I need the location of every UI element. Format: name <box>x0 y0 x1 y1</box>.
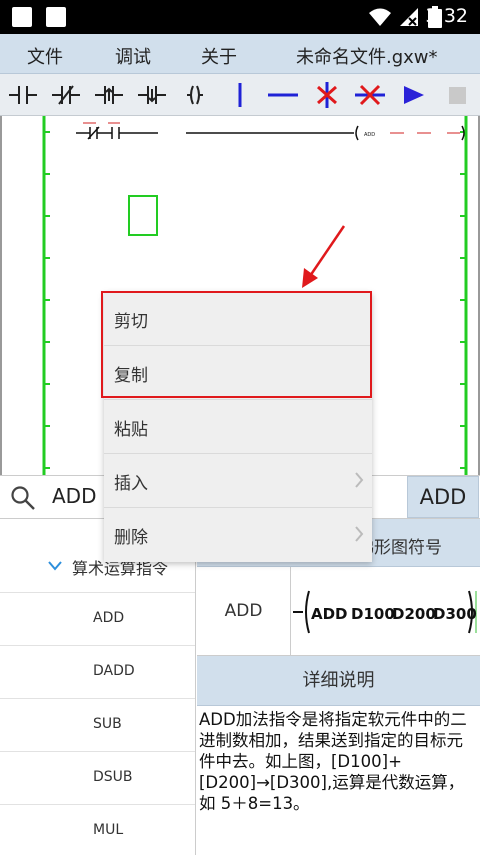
symbol-operand-c: D300 <box>433 605 477 623</box>
symbol-operand-a: D100 <box>351 605 395 623</box>
detail-description: ADD加法指令是将指定软元件中的二进制数相加，结果送到指定的目标元件中去。如上图… <box>199 710 467 813</box>
search-icon <box>11 486 35 510</box>
detail-panel: 梯形图符号 ADD ADD D100 D200 D300 详细说明 ADD加法指… <box>197 519 480 855</box>
symbol-operand-b: D200 <box>392 605 436 623</box>
chevron-right-icon <box>355 472 364 488</box>
delete-vertical-line-icon[interactable] <box>311 79 343 111</box>
tree-item-label: SUB <box>93 716 122 732</box>
no-contact-icon[interactable] <box>7 79 39 111</box>
menu-item-paste[interactable]: 粘贴 <box>104 400 372 454</box>
highlight-box <box>101 291 372 398</box>
chevron-down-icon <box>48 561 62 571</box>
menu-item-label: 删除 <box>114 528 148 548</box>
tree-item-label: DSUB <box>93 769 133 785</box>
symbol-op: ADD <box>311 605 348 623</box>
status-time: 3:32 <box>425 5 468 27</box>
horizontal-line-icon[interactable] <box>266 79 300 111</box>
tree-item-mul[interactable]: MUL <box>0 805 195 855</box>
menu-item-label: 粘贴 <box>114 420 148 440</box>
tree-item-sub[interactable]: SUB <box>0 699 195 752</box>
falling-edge-contact-icon[interactable] <box>136 79 168 111</box>
instruction-tree: 算术运算指令 ADD DADD SUB DSUB MUL <box>0 519 196 855</box>
delete-horizontal-line-icon[interactable] <box>353 79 387 111</box>
ladder-rung-1 <box>76 125 465 141</box>
search-button[interactable]: ADD <box>407 476 479 518</box>
menu-item-delete[interactable]: 删除 <box>104 508 372 562</box>
wifi-icon <box>369 8 391 26</box>
notification-icon <box>46 7 66 27</box>
tree-item-dsub[interactable]: DSUB <box>0 752 195 805</box>
tree-item-add[interactable]: ADD <box>0 593 195 646</box>
coil-icon[interactable] <box>179 79 211 111</box>
stop-icon[interactable] <box>446 79 470 111</box>
tree-item-label: MUL <box>93 822 124 838</box>
vertical-line-icon[interactable] <box>224 79 256 111</box>
tree-item-label: ADD <box>93 610 125 626</box>
nc-contact-icon[interactable] <box>50 79 82 111</box>
menu-debug[interactable]: 调试 <box>115 43 151 69</box>
chevron-right-icon <box>355 526 364 542</box>
ladder-instruction-label: ADD <box>364 132 375 138</box>
rising-edge-contact-icon[interactable] <box>93 79 125 111</box>
run-icon[interactable] <box>400 79 428 111</box>
annotation-arrowhead <box>302 268 318 288</box>
ladder-cursor <box>128 195 158 236</box>
tree-item-label: DADD <box>93 663 135 679</box>
menu-about[interactable]: 关于 <box>201 43 237 69</box>
ladder-symbol: ADD D100 D200 D300 <box>293 590 477 634</box>
menu-item-label: 插入 <box>114 474 148 494</box>
tree-item-dadd[interactable]: DADD <box>0 646 195 699</box>
status-bar: 3:32 <box>0 0 480 34</box>
notification-icon <box>12 7 32 27</box>
menu-item-insert[interactable]: 插入 <box>104 454 372 508</box>
symbol-row: ADD ADD D100 D200 D300 <box>197 567 480 656</box>
document-title: 未命名文件.gxw* <box>296 47 438 68</box>
detail-header: 详细说明 <box>197 656 480 706</box>
toolbar <box>0 74 480 116</box>
annotation-arrow <box>306 225 346 280</box>
menu-file[interactable]: 文件 <box>27 43 63 69</box>
menu-bar: 文件 调试 关于 未命名文件.gxw* <box>0 34 480 74</box>
signal-icon <box>400 8 418 26</box>
instruction-name: ADD <box>197 567 291 656</box>
